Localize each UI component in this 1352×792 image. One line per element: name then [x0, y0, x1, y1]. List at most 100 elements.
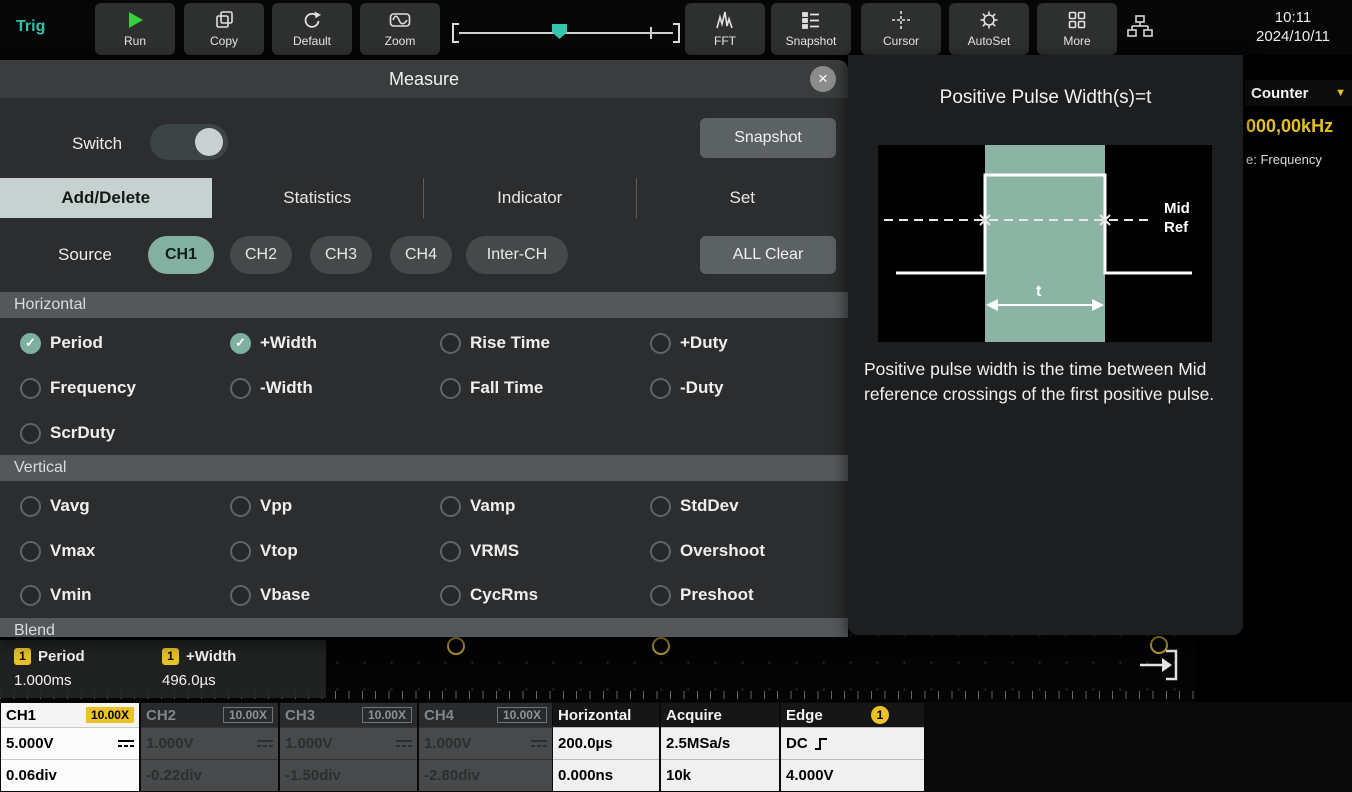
- channel-block-ch4[interactable]: CH4 10.00X 1.000V -2.80div: [419, 703, 552, 791]
- dialog-title: Measure: [0, 60, 848, 98]
- fft-icon: [715, 8, 735, 32]
- toggle-knob: [195, 128, 223, 156]
- checkbox-icon: [230, 378, 251, 399]
- option-rise-time[interactable]: Rise Time: [440, 328, 550, 358]
- default-button[interactable]: Default: [272, 3, 352, 55]
- mid-ref-label: Mid Ref: [1164, 199, 1208, 237]
- channel-block-ch3[interactable]: CH3 10.00X 1.000V -1.50div: [280, 703, 417, 791]
- option-vmin[interactable]: Vmin: [20, 580, 92, 610]
- acquire-block[interactable]: Acquire 2.5MSa/s 10k: [661, 703, 779, 791]
- trig-label: Trig: [16, 18, 45, 36]
- default-icon: [302, 8, 322, 32]
- marker-circle: [447, 637, 465, 655]
- checkbox-icon: [650, 496, 671, 517]
- option-vrms[interactable]: VRMS: [440, 536, 519, 566]
- more-icon: [1067, 8, 1087, 32]
- copy-icon: [214, 8, 234, 32]
- option-nwidth[interactable]: -Width: [230, 373, 313, 403]
- checkbox-icon: [650, 333, 671, 354]
- help-panel: Positive Pulse Width(s)=t Mid Ref t Posi…: [848, 55, 1243, 635]
- source-ch1[interactable]: CH1: [148, 236, 214, 274]
- counter-label: Counter: [1251, 85, 1309, 102]
- section-horizontal: Horizontal: [0, 292, 848, 318]
- snapshot-button[interactable]: Snapshot: [700, 118, 836, 158]
- source-ch4[interactable]: CH4: [390, 236, 452, 274]
- dialog-titlebar[interactable]: Measure: [0, 60, 848, 98]
- timeline-right-bracket: [673, 23, 680, 43]
- timeline-tick: [650, 27, 652, 39]
- option-pwidth[interactable]: ✓ +Width: [230, 328, 317, 358]
- option-vamp[interactable]: Vamp: [440, 491, 515, 521]
- checkbox-icon: [20, 423, 41, 444]
- checkbox-checked-icon: ✓: [230, 333, 251, 354]
- checkbox-icon: [230, 585, 251, 606]
- export-arrow-icon[interactable]: [1138, 648, 1180, 687]
- trigger-block[interactable]: Edge 1 DC 4.000V: [781, 703, 924, 791]
- dc-coupling-icon: [257, 739, 273, 748]
- counter-source: e: Frequency: [1246, 152, 1322, 167]
- source-inter-ch[interactable]: Inter-CH: [466, 236, 568, 274]
- option-scrduty[interactable]: ScrDuty: [20, 418, 115, 448]
- snapshot-button-toolbar[interactable]: Snapshot: [771, 3, 851, 55]
- checkbox-icon: [20, 541, 41, 562]
- zoom-icon: [389, 8, 411, 32]
- channel-block-ch2[interactable]: CH2 10.00X 1.000V -0.22div: [141, 703, 278, 791]
- probe-badge: 10.00X: [86, 707, 134, 723]
- measure-tabs: Add/Delete Statistics Indicator Set: [0, 178, 848, 218]
- tab-statistics[interactable]: Statistics: [212, 178, 425, 218]
- tab-add-delete[interactable]: Add/Delete: [0, 178, 212, 218]
- source-label: Source: [58, 236, 112, 274]
- cursor-button[interactable]: Cursor: [861, 3, 941, 55]
- option-vbase[interactable]: Vbase: [230, 580, 310, 610]
- measure-switch-toggle[interactable]: [150, 124, 228, 160]
- option-stddev[interactable]: StdDev: [650, 491, 739, 521]
- zoom-button[interactable]: Zoom: [360, 3, 440, 55]
- dc-coupling-icon: [531, 739, 547, 748]
- source-ch2[interactable]: CH2: [230, 236, 292, 274]
- checkbox-icon: [650, 541, 671, 562]
- horizontal-position-indicator[interactable]: [452, 23, 680, 43]
- option-vavg[interactable]: Vavg: [20, 491, 90, 521]
- close-icon[interactable]: ×: [810, 66, 836, 92]
- option-preshoot[interactable]: Preshoot: [650, 580, 754, 610]
- fft-button[interactable]: FFT: [685, 3, 765, 55]
- option-vpp[interactable]: Vpp: [230, 491, 292, 521]
- copy-button[interactable]: Copy: [184, 3, 264, 55]
- snapshot-icon: [801, 8, 821, 32]
- checkbox-icon: [230, 496, 251, 517]
- all-clear-button[interactable]: ALL Clear: [700, 236, 836, 274]
- autoset-button[interactable]: AutoSet: [949, 3, 1029, 55]
- source-ch3[interactable]: CH3: [310, 236, 372, 274]
- chevron-down-icon: ▼: [1335, 87, 1346, 99]
- marker-circle: [652, 637, 670, 655]
- channel-block-ch1[interactable]: CH1 10.00X 5.000V 0.06div: [1, 703, 139, 791]
- probe-badge: 10.00X: [362, 707, 412, 723]
- option-vmax[interactable]: Vmax: [20, 536, 95, 566]
- status-bar: CH1 10.00X 5.000V 0.06div CH2 10.00X 1.0…: [0, 702, 1352, 792]
- more-button[interactable]: More: [1037, 3, 1117, 55]
- help-title: Positive Pulse Width(s)=t: [848, 87, 1243, 109]
- option-fall-time[interactable]: Fall Time: [440, 373, 543, 403]
- checkbox-icon: [440, 496, 461, 517]
- t-label: t: [1036, 283, 1041, 301]
- option-overshoot[interactable]: Overshoot: [650, 536, 765, 566]
- option-frequency[interactable]: Frequency: [20, 373, 136, 403]
- option-vtop[interactable]: Vtop: [230, 536, 298, 566]
- section-vertical: Vertical: [0, 455, 848, 481]
- run-icon: [125, 8, 145, 32]
- trigger-position-marker[interactable]: [552, 24, 567, 39]
- tab-set[interactable]: Set: [637, 178, 849, 218]
- network-icon[interactable]: [1126, 14, 1156, 44]
- horizontal-block[interactable]: Horizontal 200.0µs 0.000ns: [553, 703, 659, 791]
- clock: 10:11 2024/10/11: [1240, 8, 1346, 46]
- option-nduty[interactable]: -Duty: [650, 373, 723, 403]
- counter-header[interactable]: Counter ▼: [1245, 80, 1352, 106]
- dc-coupling-icon: [118, 739, 134, 748]
- option-pduty[interactable]: +Duty: [650, 328, 728, 358]
- run-button[interactable]: Run: [95, 3, 175, 55]
- option-cycrms[interactable]: CycRms: [440, 580, 538, 610]
- tab-indicator[interactable]: Indicator: [424, 178, 637, 218]
- section-blend: Blend: [0, 618, 848, 637]
- checkbox-icon: [20, 378, 41, 399]
- option-period[interactable]: ✓ Period: [20, 328, 103, 358]
